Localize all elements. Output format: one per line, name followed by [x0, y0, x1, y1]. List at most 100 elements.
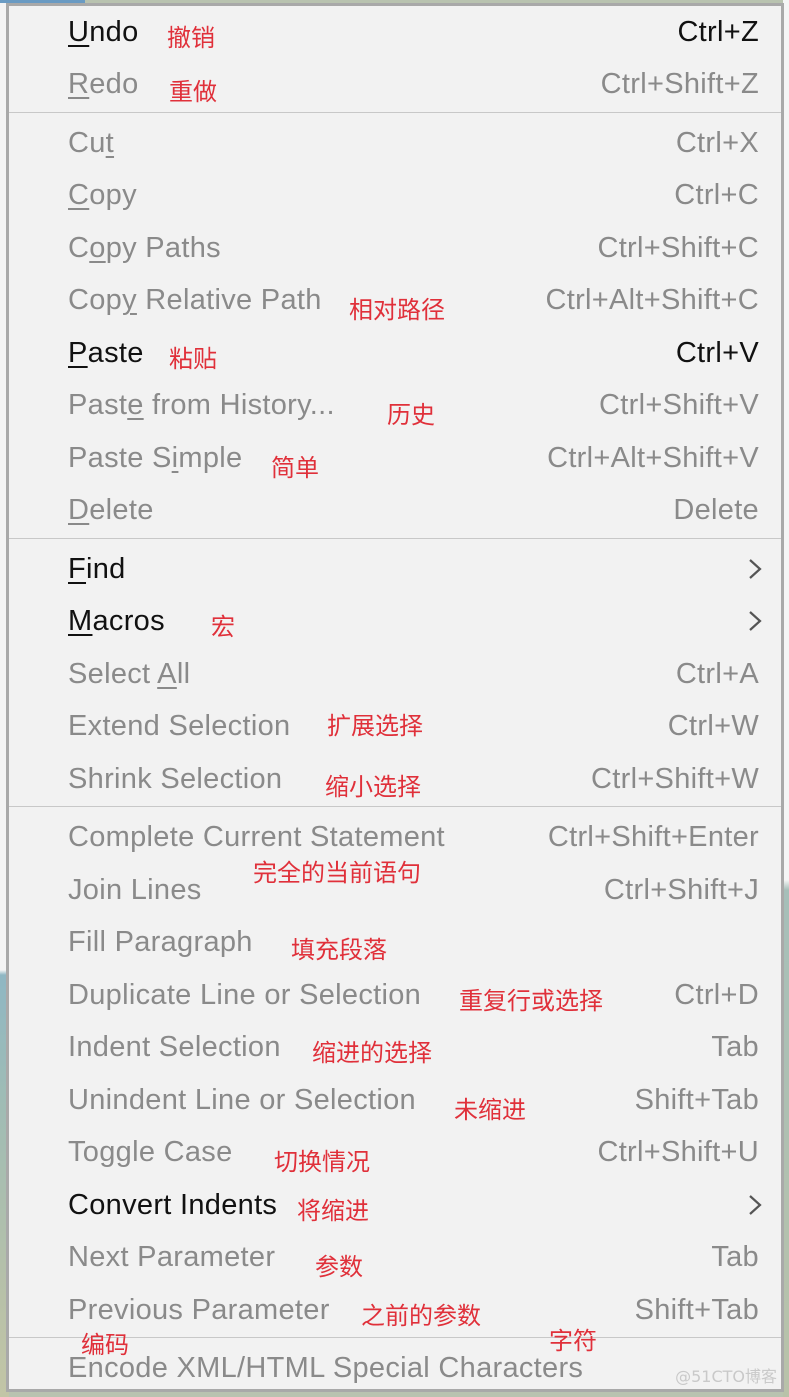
shortcut-label: Ctrl+Alt+Shift+C — [545, 284, 759, 316]
menu-item-next-parameter[interactable]: Next Parameter Tab — [9, 1231, 781, 1283]
menu-item-label: Copy — [68, 169, 137, 221]
shortcut-label: Ctrl+Shift+C — [597, 232, 759, 264]
label-text: edo — [89, 68, 139, 100]
menu-item-unindent-line-or-selection[interactable]: Unindent Line or Selection Shift+Tab — [9, 1074, 781, 1126]
menu-item-label: Join Lines — [68, 864, 202, 916]
shortcut-label: Ctrl+Shift+J — [603, 874, 759, 906]
label-text: opy — [89, 179, 137, 211]
chinese-annotation: 将缩进 — [297, 1197, 369, 1225]
label-text: Select — [68, 658, 158, 690]
chinese-annotation: 缩进的选择 — [312, 1039, 432, 1067]
label-text: ind — [86, 553, 126, 585]
chinese-annotation: 重复行或选择 — [459, 987, 603, 1015]
menu-item-macros[interactable]: Macros — [9, 595, 781, 647]
label-text: Shrink Selection — [68, 763, 283, 795]
edit-context-menu: Undo Ctrl+Z 撤销 Redo Ctrl+Shift+Z 重做 Cut Ctrl+X C… — [6, 3, 784, 1392]
mnemonic-char: o — [89, 232, 106, 264]
menu-item-copy[interactable]: Copy Ctrl+C — [9, 169, 781, 221]
label-text: elete — [89, 494, 154, 526]
menu-item-label: Paste — [68, 327, 144, 379]
shortcut-label: Ctrl+Shift+V — [599, 389, 759, 421]
menu-item-label: Copy Relative Path — [68, 274, 322, 326]
label-text: Complete Current Statement — [68, 821, 445, 853]
shortcut-label: Ctrl+Shift+Z — [600, 68, 759, 100]
chinese-annotation: 历史 — [387, 401, 435, 429]
menu-item-paste[interactable]: Paste Ctrl+V — [9, 327, 781, 379]
label-text: Unindent Line or Selection — [68, 1084, 416, 1116]
shortcut-label: Ctrl+Shift+U — [597, 1136, 759, 1168]
menu-item-fill-paragraph[interactable]: Fill Paragraph — [9, 916, 781, 968]
menu-item-label: Select All — [68, 648, 190, 700]
menu-item-delete[interactable]: Delete Delete — [9, 484, 781, 536]
label-text: Relative Path — [136, 284, 322, 316]
shortcut-label: Delete — [673, 494, 759, 526]
label-text: Past — [68, 389, 128, 421]
shortcut-label: Ctrl+W — [667, 710, 759, 742]
chinese-annotation: 宏 — [211, 613, 235, 641]
menu-item-paste-simple[interactable]: Paste Simple Ctrl+Alt+Shift+V — [9, 432, 781, 484]
menu-item-undo[interactable]: Undo Ctrl+Z — [9, 6, 781, 58]
menu-item-redo[interactable]: Redo Ctrl+Shift+Z — [9, 58, 781, 110]
label-text: C — [68, 232, 90, 264]
menu-item-label: Convert Indents — [68, 1179, 277, 1231]
menu-item-cut[interactable]: Cut Ctrl+X — [9, 117, 781, 169]
label-text: Fill Paragraph — [68, 926, 253, 958]
shortcut-label: Ctrl+X — [675, 127, 759, 159]
chinese-annotation: 撤销 — [167, 24, 215, 52]
menu-item-label: Encode XML/HTML Special Characters — [68, 1342, 583, 1394]
menu-item-label: Toggle Case — [68, 1126, 233, 1178]
menu-item-join-lines[interactable]: Join Lines Ctrl+Shift+J — [9, 864, 781, 916]
menu-item-copy-paths[interactable]: Copy Paths Ctrl+Shift+C — [9, 222, 781, 274]
label-text: mple — [178, 442, 243, 474]
menu-item-toggle-case[interactable]: Toggle Case Ctrl+Shift+U — [9, 1126, 781, 1178]
label-text: from History... — [143, 389, 335, 421]
shortcut-label: Ctrl+D — [674, 979, 759, 1011]
mnemonic-char: y — [122, 284, 137, 316]
mnemonic-char: R — [68, 68, 90, 100]
label-text: Toggle Case — [68, 1136, 233, 1168]
menu-item-label: Shrink Selection — [68, 753, 282, 805]
mnemonic-char: t — [105, 127, 115, 159]
watermark: @51CTO博客 — [675, 1367, 777, 1386]
menu-separator — [9, 112, 781, 113]
chinese-annotation: 相对路径 — [349, 296, 445, 324]
shortcut-label: Ctrl+Alt+Shift+V — [547, 442, 759, 474]
shortcut-label: Ctrl+Shift+Enter — [547, 821, 759, 853]
label-text: ndo — [89, 16, 139, 48]
menu-item-label: Duplicate Line or Selection — [68, 969, 421, 1021]
label-text: aste — [87, 337, 144, 369]
menu-item-label: Next Parameter — [68, 1231, 275, 1283]
menu-item-duplicate-line-or-selection[interactable]: Duplicate Line or Selection Ctrl+D — [9, 969, 781, 1021]
shortcut-label: Ctrl+C — [674, 179, 759, 211]
chinese-annotation: 编码 — [81, 1331, 129, 1359]
menu-item-find[interactable]: Find — [9, 543, 781, 595]
chinese-annotation: 之前的参数 — [361, 1302, 481, 1330]
menu-item-select-all[interactable]: Select All Ctrl+A — [9, 648, 781, 700]
label-text: Paste S — [68, 442, 172, 474]
mnemonic-char: F — [68, 553, 87, 585]
shortcut-label: Tab — [711, 1241, 759, 1273]
label-text: ll — [176, 658, 191, 690]
chinese-annotation: 参数 — [315, 1253, 363, 1281]
submenu-chevron-right-icon — [749, 559, 762, 579]
label-text: Join Lines — [68, 874, 202, 906]
label-text: Next Parameter — [68, 1241, 276, 1273]
menu-separator — [9, 806, 781, 807]
shortcut-label: Ctrl+Z — [677, 16, 759, 48]
menu-item-label: Delete — [68, 484, 154, 536]
shortcut-label: Ctrl+Shift+W — [591, 763, 759, 795]
menu-item-convert-indents[interactable]: Convert Indents — [9, 1179, 781, 1231]
label-text: Duplicate Line or Selection — [68, 979, 422, 1011]
label-text: Cu — [68, 127, 106, 159]
shortcut-label: Shift+Tab — [634, 1294, 759, 1326]
chinese-annotation: 扩展选择 — [327, 712, 423, 740]
label-text: Convert Indents — [68, 1189, 278, 1221]
menu-item-label: Cut — [68, 117, 114, 169]
submenu-chevron-right-icon — [749, 1195, 762, 1215]
mnemonic-char: C — [68, 179, 90, 211]
chinese-annotation: 缩小选择 — [325, 773, 421, 801]
label-text: Encode XML/HTML Special Characters — [68, 1352, 584, 1384]
shortcut-label: Tab — [711, 1031, 759, 1063]
chinese-annotation: 重做 — [169, 78, 217, 106]
mnemonic-char: M — [68, 605, 93, 637]
